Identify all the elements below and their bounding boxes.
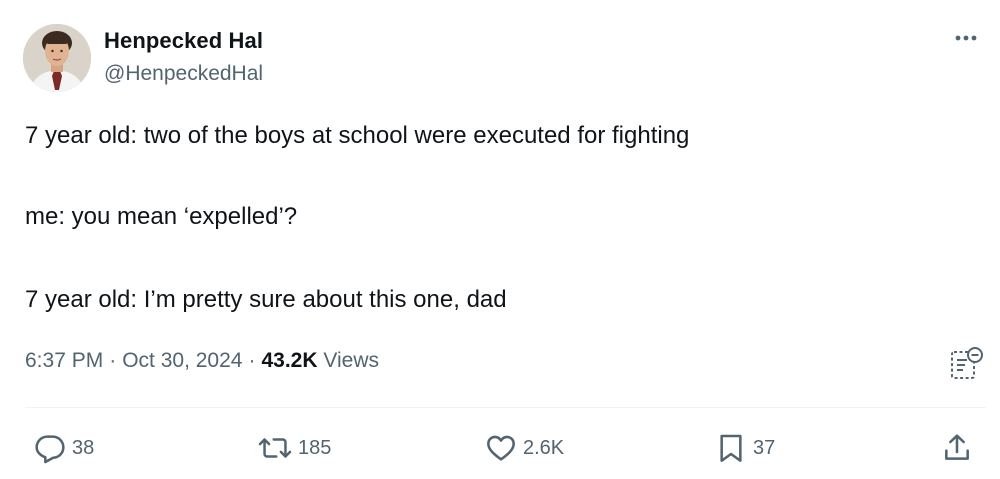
repost-count: 185 (298, 436, 332, 459)
author-handle[interactable]: @HenpeckedHal (104, 62, 263, 86)
repost-button[interactable]: 185 (258, 430, 331, 466)
bookmark-count: 37 (753, 436, 776, 459)
tweet-time[interactable]: 6:37 PM (25, 349, 103, 372)
tweet-meta: 6:37 PM · Oct 30, 2024 · 43.2K Views (25, 349, 379, 373)
bookmark-button[interactable]: 37 (715, 430, 775, 466)
avatar[interactable] (23, 24, 91, 92)
share-icon (945, 434, 969, 460)
views-count[interactable]: 43.2K (261, 349, 317, 372)
tweet-date[interactable]: Oct 30, 2024 (122, 349, 242, 372)
meta-separator: · (248, 349, 256, 372)
divider (25, 407, 986, 408)
tweet-text-line-1: 7 year old: two of the boys at school we… (25, 122, 690, 149)
avatar-portrait (23, 24, 91, 92)
share-button[interactable] (941, 430, 973, 466)
more-options-button[interactable] (948, 24, 984, 52)
tweet-text-line-2: me: you mean ‘expelled’? (25, 203, 298, 230)
like-button[interactable]: 2.6K (485, 430, 564, 466)
repost-icon (258, 438, 292, 458)
reply-count: 38 (72, 436, 95, 459)
community-notes-icon (951, 347, 983, 379)
like-count: 2.6K (523, 436, 565, 459)
heart-icon (487, 435, 515, 461)
tweet-card: Henpecked Hal @HenpeckedHal 7 year old: … (0, 0, 1000, 479)
reply-icon (35, 435, 65, 464)
reply-button[interactable]: 38 (34, 430, 94, 466)
tweet-text-line-3: 7 year old: I’m pretty sure about this o… (25, 286, 507, 313)
author-display-name[interactable]: Henpecked Hal (104, 28, 263, 54)
more-horizontal-icon (955, 35, 977, 41)
meta-separator: · (109, 349, 117, 372)
bookmark-icon (720, 434, 742, 462)
views-label: Views (323, 349, 379, 372)
community-notes-button[interactable] (948, 346, 986, 382)
